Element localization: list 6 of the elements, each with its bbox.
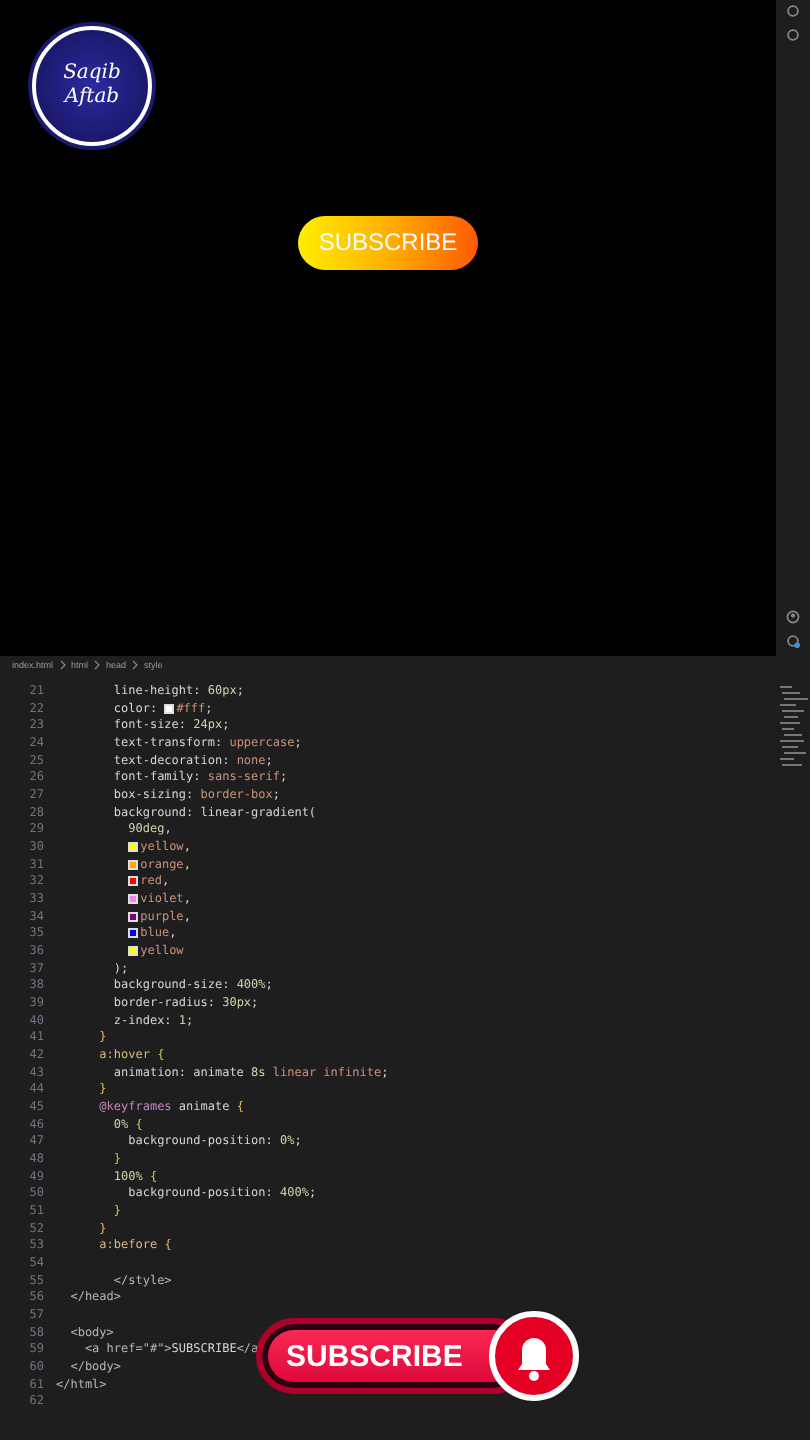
chevron-icon: [132, 660, 139, 670]
chevron-icon: [59, 660, 66, 670]
account-icon[interactable]: [786, 610, 800, 624]
chevron-icon: [94, 660, 101, 670]
bell-icon: [488, 1310, 580, 1402]
logo: Saqib Aftab: [32, 26, 152, 146]
